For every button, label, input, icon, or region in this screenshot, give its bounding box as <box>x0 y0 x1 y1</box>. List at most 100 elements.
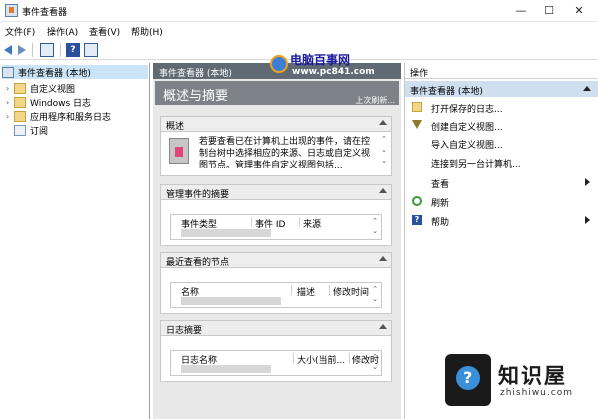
refresh-icon <box>412 196 422 206</box>
panel-header[interactable]: 最近查看的节点 <box>161 253 391 268</box>
actions-section-header[interactable]: 事件查看器 (本地) <box>405 81 598 97</box>
panel-header[interactable]: 日志摘要 <box>161 321 391 336</box>
expand-arrow-icon[interactable]: › <box>6 98 14 107</box>
panel-header[interactable]: 概述 <box>161 117 391 132</box>
column-divider[interactable] <box>251 217 252 227</box>
close-button[interactable]: ✕ <box>564 0 594 22</box>
action-help[interactable]: ? 帮助 <box>405 212 598 228</box>
tree-item-subscriptions[interactable]: 订阅 <box>6 123 48 137</box>
window-title: 事件查看器 <box>22 8 68 18</box>
recent-nodes-panel: 最近查看的节点 名称 描述 修改时间 ⌃ ⌄ <box>160 252 392 314</box>
tree-item-custom-views[interactable]: › 自定义视图 <box>6 81 75 95</box>
show-hide-action-pane-icon[interactable] <box>84 43 98 57</box>
tree-item-label: 应用程序和服务日志 <box>30 112 112 123</box>
expand-arrow-icon[interactable]: › <box>6 84 14 93</box>
action-label: 查看 <box>431 180 450 190</box>
column-header[interactable]: 大小(当前... <box>297 353 345 366</box>
banner-title: 概述与摘要 <box>163 89 229 104</box>
tree-item-app-service-logs[interactable]: › 应用程序和服务日志 <box>6 109 111 123</box>
forward-arrow-icon[interactable] <box>18 45 26 55</box>
site-watermark-url: www.pc841.com <box>292 67 375 77</box>
action-label: 导入自定义视图... <box>431 141 503 151</box>
brand-name: 知识屋 <box>498 364 567 388</box>
tree-item-label: 订阅 <box>30 126 49 137</box>
column-header[interactable]: 修改时间 <box>333 285 369 298</box>
action-label: 连接到另一台计算机... <box>431 160 521 170</box>
maximize-button[interactable]: ☐ <box>534 0 564 22</box>
expand-arrow-icon[interactable]: › <box>6 112 14 121</box>
title-bar: 事件查看器 — ☐ ✕ <box>0 0 598 22</box>
table-row <box>181 229 271 237</box>
action-open-saved-log[interactable]: 打开保存的日志... <box>405 99 598 115</box>
site-watermark: 电脑百事网 www.pc841.com <box>260 51 390 83</box>
filter-icon <box>412 120 422 129</box>
collapse-icon[interactable] <box>379 256 387 261</box>
back-arrow-icon[interactable] <box>4 45 12 55</box>
log-summary-panel: 日志摘要 日志名称 大小(当前... 修改时 ⌃ ⌄ <box>160 320 392 382</box>
admin-events-panel: 管理事件的摘要 事件类型 事件 ID 来源 ⌃ ⌄ <box>160 184 392 246</box>
menu-help[interactable]: 帮助(H) <box>131 25 163 38</box>
folder-icon <box>14 96 26 108</box>
panel-header[interactable]: 管理事件的摘要 <box>161 185 391 200</box>
column-divider[interactable] <box>293 353 294 363</box>
collapse-icon[interactable] <box>379 120 387 125</box>
folder-icon <box>14 82 26 94</box>
menu-view[interactable]: 查看(V) <box>89 25 120 38</box>
column-header[interactable]: 描述 <box>297 285 315 298</box>
log-summary-grid[interactable]: 日志名称 大小(当前... 修改时 ⌃ ⌄ <box>170 350 382 376</box>
action-label: 打开保存的日志... <box>431 105 503 115</box>
action-view[interactable]: 查看 <box>405 174 598 190</box>
panel-title: 最近查看的节点 <box>166 258 230 268</box>
subscriptions-icon <box>14 124 26 136</box>
brand-domain: zhishiwu.com <box>500 388 573 398</box>
overview-panel: 概述 若要查看已在计算机上出现的事件，请在控制台树中选择相应的来源、日志或自定义… <box>160 116 392 176</box>
grid-scrollbar[interactable]: ⌃ ⌄ <box>371 284 379 306</box>
panel-title: 管理事件的摘要 <box>166 190 230 200</box>
panel-scrollbar[interactable]: ⌃ ⌄ ⌄ <box>380 134 388 168</box>
site-watermark-name: 电脑百事网 <box>290 53 351 67</box>
tree-item-label: 自定义视图 <box>30 84 76 95</box>
actions-section-label: 事件查看器 (本地) <box>410 87 483 97</box>
column-divider[interactable] <box>349 353 350 363</box>
collapse-icon[interactable] <box>379 188 387 193</box>
overview-banner: 概述与摘要 上次刷新... <box>155 81 399 105</box>
last-refresh-label: 上次刷新... <box>355 96 395 105</box>
toolbar-separator <box>60 43 61 57</box>
help-icon[interactable]: ? <box>66 43 80 57</box>
help-icon: ? <box>412 215 422 225</box>
column-divider[interactable] <box>291 285 292 295</box>
overview-icon <box>169 138 189 164</box>
overview-text: 若要查看已在计算机上出现的事件，请在控制台树中选择相应的来源、日志或自定义视图节… <box>199 137 371 168</box>
event-viewer-app-icon <box>5 4 18 17</box>
column-header[interactable]: 来源 <box>303 217 321 230</box>
tree-item-label: 事件查看器 (本地) <box>18 68 91 79</box>
table-row <box>181 365 271 373</box>
action-label: 刷新 <box>431 199 450 209</box>
menu-action[interactable]: 操作(A) <box>47 25 78 38</box>
folder-icon <box>14 110 26 122</box>
admin-events-grid[interactable]: 事件类型 事件 ID 来源 ⌃ ⌄ <box>170 214 382 240</box>
tree-item-root[interactable]: 事件查看器 (本地) <box>2 65 148 79</box>
action-connect-computer[interactable]: 连接到另一台计算机... <box>405 154 598 170</box>
event-viewer-icon <box>2 66 14 78</box>
column-divider[interactable] <box>329 285 330 295</box>
column-divider[interactable] <box>299 217 300 227</box>
action-refresh[interactable]: 刷新 <box>405 193 598 209</box>
minimize-button[interactable]: — <box>506 0 536 22</box>
center-pane: 事件查看器 (本地) 概述与摘要 上次刷新... 电脑百事网 www.pc841… <box>153 53 401 419</box>
grid-scrollbar[interactable]: ⌃ ⌄ <box>371 216 379 238</box>
grid-scrollbar[interactable]: ⌃ ⌄ <box>371 352 379 374</box>
action-label: 创建自定义视图... <box>431 123 503 133</box>
actions-header: 操作 <box>405 65 598 79</box>
tree-item-windows-logs[interactable]: › Windows 日志 <box>6 95 91 109</box>
menu-file[interactable]: 文件(F) <box>5 25 35 38</box>
action-create-custom-view[interactable]: 创建自定义视图... <box>405 117 598 133</box>
recent-nodes-grid[interactable]: 名称 描述 修改时间 ⌃ ⌄ <box>170 282 382 308</box>
site-logo-icon <box>270 55 288 73</box>
show-hide-console-tree-icon[interactable] <box>40 43 54 57</box>
action-import-custom-view[interactable]: 导入自定义视图... <box>405 135 598 151</box>
panel-title: 概述 <box>166 122 185 132</box>
table-row <box>181 297 281 305</box>
collapse-icon[interactable] <box>583 86 591 91</box>
collapse-icon[interactable] <box>379 324 387 329</box>
